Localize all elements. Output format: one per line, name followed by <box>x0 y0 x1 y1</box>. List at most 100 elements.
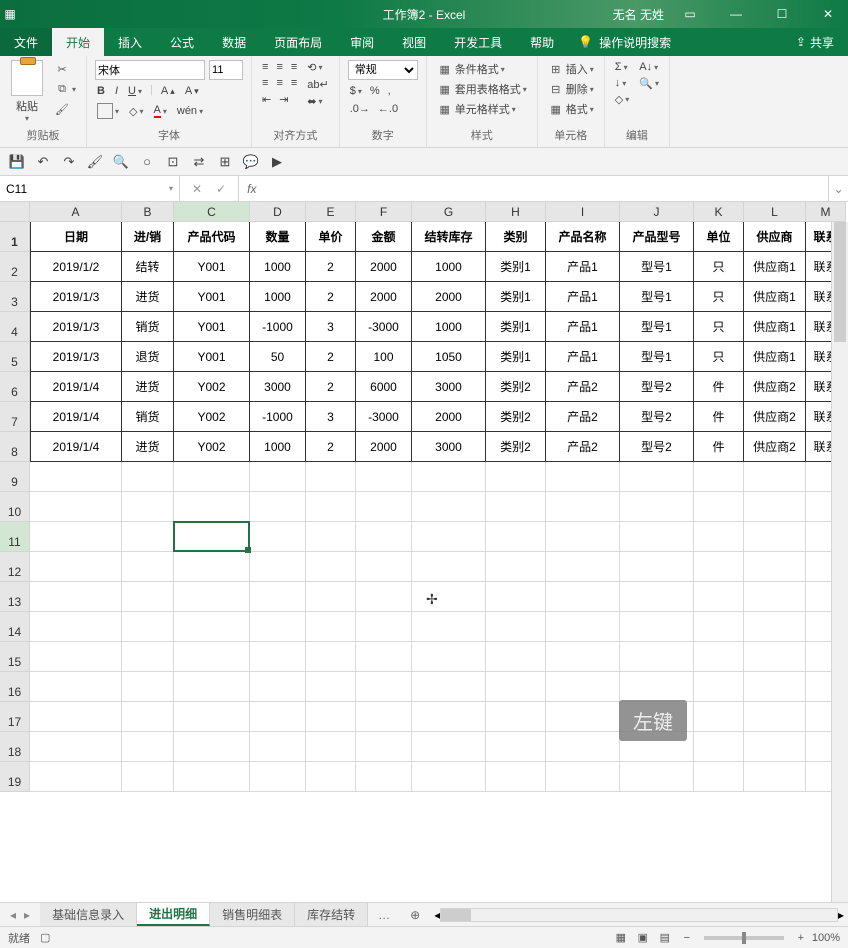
empty-cell[interactable] <box>356 492 412 522</box>
expand-formula-icon[interactable]: ⌄ <box>828 176 848 201</box>
tab-dev[interactable]: 开发工具 <box>440 28 516 56</box>
empty-cell[interactable] <box>250 492 306 522</box>
data-cell[interactable]: 2019/1/2 <box>30 252 122 282</box>
tab-insert[interactable]: 插入 <box>104 28 156 56</box>
empty-cell[interactable] <box>250 612 306 642</box>
row-header-13[interactable]: 13 <box>0 582 30 612</box>
empty-cell[interactable] <box>356 612 412 642</box>
row-header-1[interactable]: 1 <box>0 222 30 252</box>
empty-cell[interactable] <box>306 642 356 672</box>
data-cell[interactable]: 供应商2 <box>744 402 806 432</box>
qat-macro-icon[interactable]: ▶ <box>268 153 286 171</box>
view-normal-icon[interactable]: ▦ <box>610 931 632 944</box>
data-cell[interactable]: 进货 <box>122 432 174 462</box>
table-header[interactable]: 单价 <box>306 222 356 252</box>
empty-cell[interactable] <box>546 672 620 702</box>
empty-cell[interactable] <box>546 582 620 612</box>
empty-cell[interactable] <box>486 522 546 552</box>
empty-cell[interactable] <box>486 732 546 762</box>
data-cell[interactable]: 1000 <box>250 282 306 312</box>
empty-cell[interactable] <box>306 762 356 792</box>
shrink-font-button[interactable]: A▾ <box>183 84 201 98</box>
scroll-thumb[interactable] <box>834 222 846 342</box>
data-cell[interactable]: 1000 <box>250 432 306 462</box>
data-cell[interactable]: Y002 <box>174 372 250 402</box>
empty-cell[interactable] <box>122 462 174 492</box>
data-cell[interactable]: 只 <box>694 342 744 372</box>
confirm-formula-icon[interactable]: ✓ <box>216 182 226 196</box>
row-header-6[interactable]: 6 <box>0 372 30 402</box>
empty-cell[interactable] <box>412 642 486 672</box>
row-header-19[interactable]: 19 <box>0 762 30 792</box>
empty-cell[interactable] <box>30 672 122 702</box>
sheet-nav-prev-icon[interactable]: ◂ <box>10 908 16 922</box>
table-header[interactable]: 产品型号 <box>620 222 694 252</box>
data-cell[interactable]: 2000 <box>356 432 412 462</box>
empty-cell[interactable] <box>250 762 306 792</box>
empty-cell[interactable] <box>620 732 694 762</box>
tab-home[interactable]: 开始 <box>52 28 104 56</box>
empty-cell[interactable] <box>412 702 486 732</box>
sort-filter-button[interactable]: A↓▾ <box>637 60 661 74</box>
view-layout-icon[interactable]: ▣ <box>632 931 654 944</box>
empty-cell[interactable] <box>306 612 356 642</box>
tab-review[interactable]: 审阅 <box>336 28 388 56</box>
empty-cell[interactable] <box>122 582 174 612</box>
undo-icon[interactable]: ↶ <box>34 153 52 171</box>
empty-cell[interactable] <box>122 492 174 522</box>
empty-cell[interactable] <box>174 672 250 702</box>
row-header-7[interactable]: 7 <box>0 402 30 432</box>
data-cell[interactable]: 2 <box>306 342 356 372</box>
empty-cell[interactable] <box>620 492 694 522</box>
data-cell[interactable]: 2 <box>306 252 356 282</box>
data-cell[interactable]: 类别1 <box>486 342 546 372</box>
cell-styles-button[interactable]: ▦单元格样式▾ <box>435 100 529 118</box>
tab-help[interactable]: 帮助 <box>516 28 568 56</box>
empty-cell[interactable] <box>250 582 306 612</box>
decrease-indent-button[interactable]: ⇤ <box>260 92 273 107</box>
data-cell[interactable]: 供应商1 <box>744 252 806 282</box>
data-cell[interactable]: 产品2 <box>546 402 620 432</box>
empty-cell[interactable] <box>694 612 744 642</box>
data-cell[interactable]: -3000 <box>356 312 412 342</box>
empty-cell[interactable] <box>412 522 486 552</box>
fill-button[interactable]: ↓▾ <box>613 76 631 90</box>
data-cell[interactable]: Y001 <box>174 342 250 372</box>
format-painter-button[interactable]: 🖌 <box>52 100 78 118</box>
empty-cell[interactable] <box>412 552 486 582</box>
data-cell[interactable]: 型号2 <box>620 432 694 462</box>
row-header-14[interactable]: 14 <box>0 612 30 642</box>
empty-cell[interactable] <box>694 732 744 762</box>
data-cell[interactable]: 类别2 <box>486 402 546 432</box>
empty-cell[interactable] <box>486 702 546 732</box>
empty-cell[interactable] <box>744 612 806 642</box>
empty-cell[interactable] <box>694 462 744 492</box>
data-cell[interactable]: 2 <box>306 282 356 312</box>
empty-cell[interactable] <box>620 582 694 612</box>
qat-circle-icon[interactable]: ○ <box>138 153 156 171</box>
empty-cell[interactable] <box>174 642 250 672</box>
data-cell[interactable]: 件 <box>694 402 744 432</box>
empty-cell[interactable] <box>412 492 486 522</box>
increase-decimal-button[interactable]: .0→ <box>348 102 372 116</box>
empty-cell[interactable] <box>30 762 122 792</box>
empty-cell[interactable] <box>744 552 806 582</box>
data-cell[interactable]: 进货 <box>122 282 174 312</box>
row-header-10[interactable]: 10 <box>0 492 30 522</box>
row-header-3[interactable]: 3 <box>0 282 30 312</box>
data-cell[interactable]: 2 <box>306 432 356 462</box>
empty-cell[interactable] <box>546 462 620 492</box>
data-cell[interactable]: 产品1 <box>546 282 620 312</box>
tab-data[interactable]: 数据 <box>208 28 260 56</box>
col-header-K[interactable]: K <box>694 202 744 222</box>
data-cell[interactable]: 只 <box>694 252 744 282</box>
empty-cell[interactable] <box>174 522 250 552</box>
empty-cell[interactable] <box>122 552 174 582</box>
empty-cell[interactable] <box>546 762 620 792</box>
empty-cell[interactable] <box>122 702 174 732</box>
empty-cell[interactable] <box>486 552 546 582</box>
col-header-C[interactable]: C <box>174 202 250 222</box>
phonetic-button[interactable]: wén▾ <box>175 102 205 120</box>
format-cells-button[interactable]: ▦格式▾ <box>546 100 596 118</box>
empty-cell[interactable] <box>620 762 694 792</box>
